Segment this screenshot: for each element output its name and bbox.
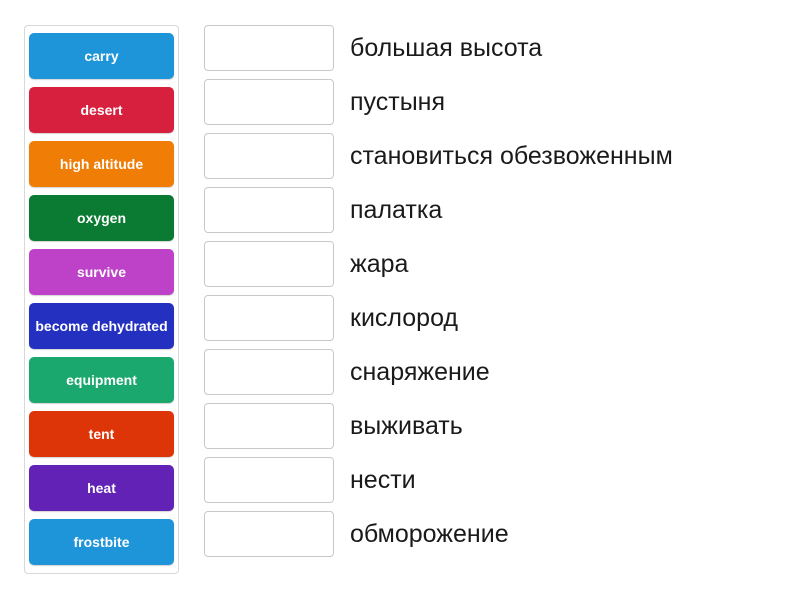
word-tile[interactable]: become dehydrated [29,303,174,349]
word-tile-label: survive [76,263,127,280]
drop-slot[interactable] [204,403,334,449]
translation-label: выживать [350,411,463,440]
answer-row: палатка [204,187,673,233]
answer-row: становиться обезвоженным [204,133,673,179]
drop-slot[interactable] [204,349,334,395]
word-tile-label: carry [84,47,119,64]
word-tile[interactable]: equipment [29,357,174,403]
answer-row: большая высота [204,25,673,71]
word-tile[interactable]: desert [29,87,174,133]
answer-row: пустыня [204,79,673,125]
answer-row: снаряжение [204,349,673,395]
drop-slot[interactable] [204,457,334,503]
drop-slot[interactable] [204,187,334,233]
word-tile[interactable]: oxygen [29,195,174,241]
word-tile-label: equipment [66,371,137,388]
answers-column: большая высота пустыня становиться обезвож… [204,25,673,557]
drop-slot[interactable] [204,25,334,71]
word-tile-label: become dehydrated [35,317,168,334]
answer-row: обморожение [204,511,673,557]
match-up-exercise: carry desert high altitude oxygen survive bec… [0,0,800,600]
translation-label: кислород [350,303,459,332]
drop-slot[interactable] [204,241,334,287]
word-tile[interactable]: heat [29,465,174,511]
translation-label: снаряжение [350,357,490,386]
answer-row: жара [204,241,673,287]
word-tile-label: desert [80,101,123,118]
translation-label: нести [350,465,416,494]
answer-row: выживать [204,403,673,449]
answer-row: кислород [204,295,673,341]
word-tile[interactable]: high altitude [29,141,174,187]
drop-slot[interactable] [204,511,334,557]
translation-label: палатка [350,195,443,224]
word-tile-label: tent [88,425,115,442]
word-tile-label: oxygen [76,209,126,226]
translation-label: жара [350,249,409,278]
translation-label: большая высота [350,33,543,62]
word-tile[interactable]: carry [29,33,174,79]
drop-slot[interactable] [204,295,334,341]
word-tile[interactable]: tent [29,411,174,457]
translation-label: обморожение [350,519,509,548]
drop-slot[interactable] [204,79,334,125]
word-tile[interactable]: survive [29,249,174,295]
translation-label: становиться обезвоженным [350,141,673,170]
word-tiles-panel: carry desert high altitude oxygen survive bec… [24,25,179,574]
word-tile-label: heat [87,479,116,496]
answer-row: нести [204,457,673,503]
word-tile-label: frostbite [73,533,130,550]
drop-slot[interactable] [204,133,334,179]
word-tile-label: high altitude [59,155,144,172]
word-tile[interactable]: frostbite [29,519,174,565]
translation-label: пустыня [350,87,446,116]
